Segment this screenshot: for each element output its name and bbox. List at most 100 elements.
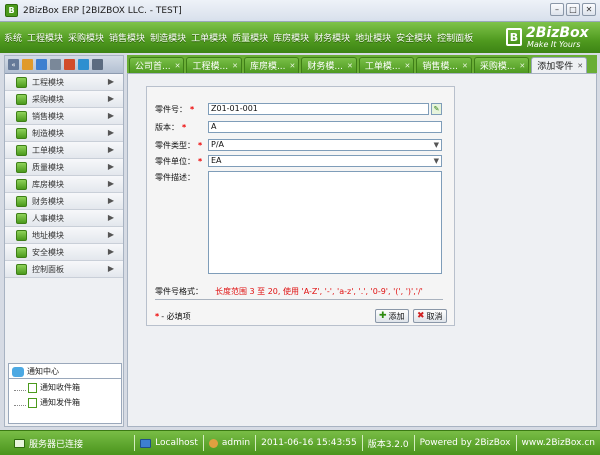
sidebar-item-manufacturing[interactable]: 制造模块 ▶ (5, 125, 123, 142)
sidebar-item-engineering[interactable]: 工程模块 ▶ (5, 74, 123, 91)
menu-system[interactable]: 系统 (4, 31, 22, 44)
menu-control-panel[interactable]: 控制面板 (437, 31, 473, 44)
required-note: * - 必填项 (155, 312, 191, 321)
arrow-right-icon: ▶ (107, 128, 114, 137)
monitor-icon[interactable] (78, 59, 89, 70)
tab-label: 公司首... (135, 62, 171, 72)
notify-center-tab[interactable]: 通知中心 (8, 363, 122, 379)
tab-label: 添加零件 (537, 62, 574, 72)
maximize-button[interactable]: □ (566, 3, 580, 16)
mail-icon[interactable] (36, 59, 47, 70)
close-icon[interactable]: ✕ (232, 62, 238, 70)
website-link[interactable]: www.2BizBox.cn (517, 435, 600, 451)
module-icon (16, 110, 27, 122)
gift-icon[interactable] (64, 59, 75, 70)
menu-engineering[interactable]: 工程模块 (27, 31, 63, 44)
sidebar-item-control-panel[interactable]: 控制面板 ▶ (5, 261, 123, 278)
close-icon[interactable]: ✕ (347, 62, 353, 70)
tree-item-inbox[interactable]: 通知收件箱 (9, 381, 121, 394)
menu-address[interactable]: 地址模块 (355, 31, 391, 44)
tree-item-label: 通知收件箱 (40, 383, 80, 392)
document-icon[interactable] (50, 59, 61, 70)
close-icon[interactable]: ✕ (462, 62, 468, 70)
sidebar-item-label: 工程模块 (32, 77, 64, 87)
title-bar: B 2BizBox ERP [2BIZBOX LLC. - TEST] – □ … (0, 0, 600, 22)
part-unit-select[interactable]: EA ▼ (208, 155, 442, 167)
required-mark: * (182, 123, 187, 132)
tab-purchasing[interactable]: 采购模... ✕ (473, 57, 530, 73)
add-button[interactable]: ✚ 添加 (375, 309, 409, 323)
part-unit-value: EA (211, 156, 222, 165)
arrow-right-icon: ▶ (107, 247, 114, 256)
close-icon[interactable]: ✕ (577, 62, 583, 70)
sidebar-item-sales[interactable]: 销售模块 ▶ (5, 108, 123, 125)
users-icon[interactable] (22, 59, 33, 70)
sidebar-item-purchasing[interactable]: 采购模块 ▶ (5, 91, 123, 108)
chevron-down-icon: ▼ (433, 157, 439, 165)
tab-sales[interactable]: 销售模... ✕ (416, 57, 472, 73)
part-no-input[interactable]: Z01-01-001 (208, 103, 429, 115)
sidebar-item-quality[interactable]: 质量模块 ▶ (5, 159, 123, 176)
arrow-right-icon: ▶ (107, 145, 114, 154)
add-button-label: 添加 (388, 311, 405, 321)
sidebar-toolbar: « (5, 56, 123, 74)
sidebar-item-finance[interactable]: 财务模块 ▶ (5, 193, 123, 210)
close-button[interactable]: ✕ (582, 3, 596, 16)
menu-security[interactable]: 安全模块 (396, 31, 432, 44)
sidebar-item-hr[interactable]: 人事模块 ▶ (5, 210, 123, 227)
collapse-icon[interactable]: « (8, 59, 19, 70)
tab-engineering[interactable]: 工程模... ✕ (186, 57, 242, 73)
chat-bubble-icon (12, 366, 24, 377)
part-desc-textarea[interactable] (208, 171, 442, 274)
close-icon[interactable]: ✕ (290, 62, 296, 70)
module-icon (16, 229, 27, 241)
tab-finance[interactable]: 财务模... ✕ (301, 57, 357, 73)
close-icon[interactable]: ✕ (519, 62, 525, 70)
logo-mark: B (506, 28, 522, 46)
generate-part-no-icon[interactable]: ✎ (431, 103, 442, 115)
module-icon (16, 195, 27, 207)
tab-work-order[interactable]: 工单模... ✕ (358, 57, 415, 73)
arrow-right-icon: ▶ (107, 77, 114, 86)
required-mark: * (190, 105, 195, 114)
tab-label: 工单模... (364, 62, 401, 72)
tree-item-outbox[interactable]: 通知发件箱 (9, 396, 121, 409)
user-icon (208, 438, 218, 448)
menu-sales[interactable]: 销售模块 (109, 31, 145, 44)
notify-tree: 通知收件箱 通知发件箱 (8, 378, 122, 424)
sidebar-item-label: 人事模块 (32, 213, 64, 223)
cancel-button[interactable]: ✖ 取消 (413, 309, 447, 323)
part-type-select[interactable]: P/A ▼ (208, 139, 442, 151)
sidebar-item-security[interactable]: 安全模块 ▶ (5, 244, 123, 261)
sidebar-item-work-order[interactable]: 工单模块 ▶ (5, 142, 123, 159)
tab-add-part[interactable]: 添加零件 ✕ (531, 57, 588, 73)
menu-finance[interactable]: 财务模块 (314, 31, 350, 44)
close-icon[interactable]: ✕ (404, 62, 410, 70)
notify-center-title: 通知中心 (27, 367, 59, 376)
datetime-status: 2011-06-16 15:43:55 (256, 435, 363, 451)
version-input[interactable]: A (208, 121, 442, 133)
sidebar-item-warehouse[interactable]: 库房模块 ▶ (5, 176, 123, 193)
menu-manufacturing[interactable]: 制造模块 (150, 31, 186, 44)
menu-warehouse[interactable]: 库房模块 (273, 31, 309, 44)
tab-warehouse[interactable]: 库房模... ✕ (243, 57, 300, 73)
format-hint: 长度范围 3 至 20, 使用 'A-Z', '-', 'a-z', '.', … (215, 287, 423, 296)
module-icon (16, 263, 27, 275)
part-unit-label: 零件单位： * (155, 157, 203, 166)
module-icon (16, 178, 27, 190)
computer-icon (140, 438, 152, 448)
sidebar-item-label: 工单模块 (32, 145, 64, 155)
close-icon[interactable]: ✕ (175, 62, 181, 70)
module-icon (16, 127, 27, 139)
tab-company-home[interactable]: 公司首... ✕ (129, 57, 185, 73)
module-icon (16, 212, 27, 224)
part-type-value: P/A (211, 140, 224, 149)
menu-work-order[interactable]: 工单模块 (191, 31, 227, 44)
menu-purchasing[interactable]: 采购模块 (68, 31, 104, 44)
version-label: 版本： * (155, 123, 187, 132)
minimize-button[interactable]: – (550, 3, 564, 16)
menu-quality[interactable]: 质量模块 (232, 31, 268, 44)
brand-logo: B 2BizBox Make It Yours (506, 25, 596, 50)
sidebar-item-address[interactable]: 地址模块 ▶ (5, 227, 123, 244)
module-icon (16, 93, 27, 105)
